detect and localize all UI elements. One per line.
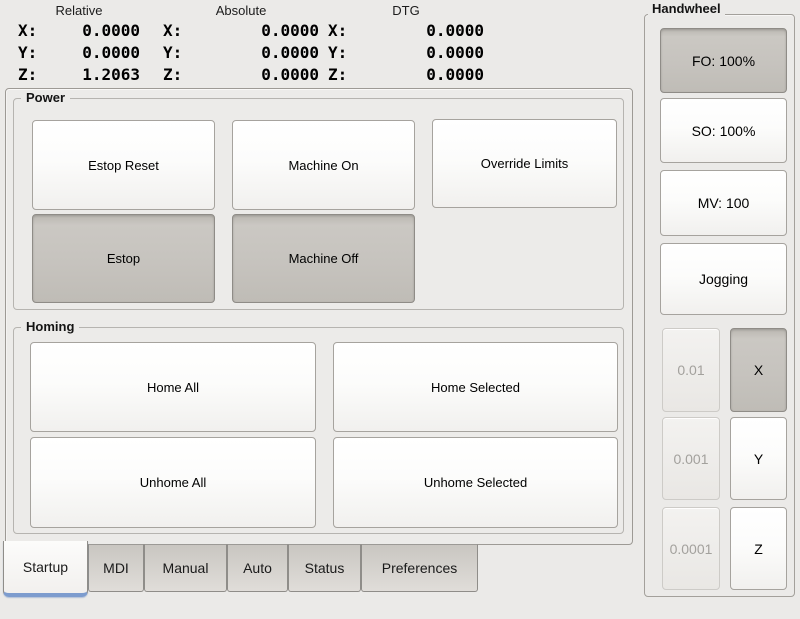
dro-absolute-z: Z: 0.0000 [163,64,319,86]
tab-preferences[interactable]: Preferences [361,544,478,592]
axis-label: Z: [163,64,182,86]
dro-absolute-x: X: 0.0000 [163,20,319,42]
axis-value: 0.0000 [426,42,484,64]
axis-value: 0.0000 [261,64,319,86]
axis-label: Z: [18,64,37,86]
estop-reset-button[interactable]: Estop Reset [32,120,215,210]
axis-label: Y: [18,42,37,64]
axis-label: Z: [328,64,347,86]
spindle-override-button[interactable]: SO: 100% [660,98,787,163]
dro-absolute-y: Y: 0.0000 [163,42,319,64]
dro-relative-y: Y: 0.0000 [18,42,140,64]
home-selected-button[interactable]: Home Selected [333,342,618,432]
tab-auto[interactable]: Auto [227,544,288,592]
dro-header-absolute: Absolute [163,0,319,20]
axis-value: 0.0000 [82,42,140,64]
cnc-control-window: Relative X: 0.0000 Y: 0.0000 Z: 1.2063 A… [0,0,800,619]
dro-column-relative: Relative X: 0.0000 Y: 0.0000 Z: 1.2063 [18,0,140,86]
dro-header-relative: Relative [18,0,140,20]
dro-relative-z: Z: 1.2063 [18,64,140,86]
axis-label: Y: [163,42,182,64]
dro-dtg-y: Y: 0.0000 [328,42,484,64]
axis-label: X: [163,20,182,42]
tab-status[interactable]: Status [288,544,361,592]
axis-label: Y: [328,42,347,64]
max-velocity-button[interactable]: MV: 100 [660,170,787,236]
dro-header-dtg: DTG [328,0,484,20]
axis-x-button[interactable]: X [730,328,787,412]
dro-dtg-z: Z: 0.0000 [328,64,484,86]
tab-startup[interactable]: Startup [3,541,88,597]
homing-groupbox-title: Homing [21,319,79,334]
axis-label: X: [18,20,37,42]
increment-0-0001-button[interactable]: 0.0001 [662,507,720,590]
handwheel-title: Handwheel [648,1,725,16]
axis-value: 0.0000 [261,20,319,42]
jogging-button[interactable]: Jogging [660,243,787,315]
axis-z-button[interactable]: Z [730,507,787,590]
dro-column-dtg: DTG X: 0.0000 Y: 0.0000 Z: 0.0000 [328,0,484,86]
dro-relative-x: X: 0.0000 [18,20,140,42]
increment-0-001-button[interactable]: 0.001 [662,417,720,500]
dro-column-absolute: Absolute X: 0.0000 Y: 0.0000 Z: 0.0000 [163,0,319,86]
home-all-button[interactable]: Home All [30,342,316,432]
machine-on-button[interactable]: Machine On [232,120,415,210]
tab-manual[interactable]: Manual [144,544,227,592]
axis-value: 0.0000 [426,64,484,86]
axis-value: 0.0000 [426,20,484,42]
dro-dtg-x: X: 0.0000 [328,20,484,42]
axis-label: X: [328,20,347,42]
unhome-selected-button[interactable]: Unhome Selected [333,437,618,528]
estop-button[interactable]: Estop [32,214,215,303]
increment-0-01-button[interactable]: 0.01 [662,328,720,412]
tab-mdi[interactable]: MDI [88,544,144,592]
power-groupbox-title: Power [21,90,70,105]
override-limits-button[interactable]: Override Limits [432,119,617,208]
machine-off-button[interactable]: Machine Off [232,214,415,303]
axis-value: 0.0000 [261,42,319,64]
axis-y-button[interactable]: Y [730,417,787,500]
unhome-all-button[interactable]: Unhome All [30,437,316,528]
axis-value: 1.2063 [82,64,140,86]
feed-override-button[interactable]: FO: 100% [660,28,787,93]
axis-value: 0.0000 [82,20,140,42]
